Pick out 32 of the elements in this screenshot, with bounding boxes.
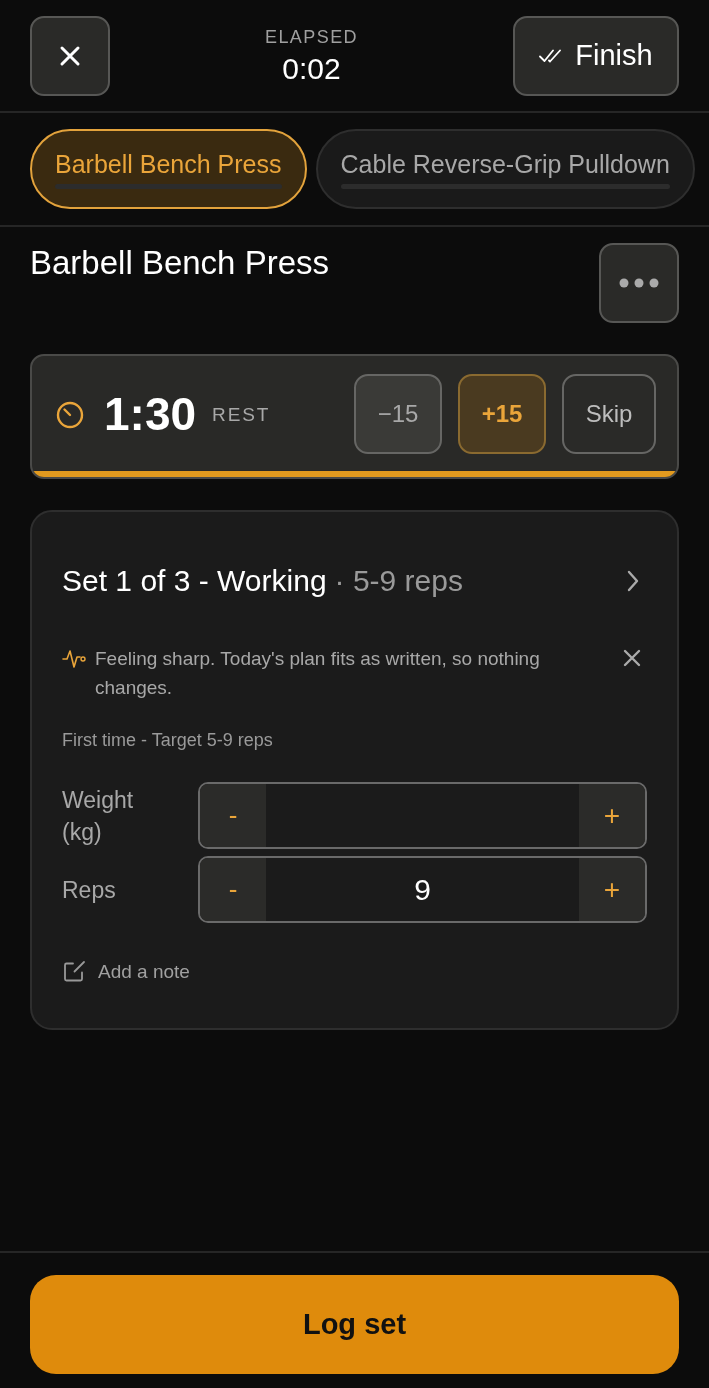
pulse-icon [62,649,86,669]
add-note-button[interactable]: Add a note [62,958,190,986]
set-title: Set 1 of 3 - Working [62,563,327,599]
rest-time: 1:30 [104,387,197,440]
finish-button[interactable]: Finish [513,15,679,96]
chevron-right-icon [626,569,640,593]
rep-range: · 5-9 reps [334,563,463,599]
expand-button[interactable] [625,568,641,594]
adjust-time-button[interactable]: −15 [354,373,442,454]
more-icon [619,278,659,288]
decrement-button[interactable]: - [200,784,266,847]
increment-button[interactable]: + [579,858,645,921]
decrement-button[interactable]: - [200,858,266,921]
edit-note-icon [62,960,86,984]
history-text: First time - Target 5-9 reps [62,729,274,752]
rest-label: REST [212,403,271,428]
increment-button[interactable]: + [579,784,645,847]
close-icon [623,649,641,667]
field-label: Weight (kg) [62,785,135,847]
more-button[interactable] [599,243,679,323]
exercise-tab[interactable]: Barbell Bench Press [30,129,307,209]
log-set-button[interactable]: Log set [30,1275,679,1374]
dismiss-button[interactable] [623,649,641,667]
exercise-tab[interactable]: Cable Reverse-Grip Pulldown [315,129,695,209]
skip-button[interactable]: Skip [562,373,656,454]
exercise-title: Barbell Bench Press [30,243,329,283]
close-button[interactable] [30,15,110,96]
coach-notice: Feeling sharp. Today's plan fits as written, so nothing changes. [95,647,541,700]
adjust-time-button[interactable]: +15 [458,373,546,454]
field-label: Reps [62,875,117,905]
elapsed-label: ELAPSED [264,25,359,48]
elapsed-time: 0:02 [282,51,341,86]
